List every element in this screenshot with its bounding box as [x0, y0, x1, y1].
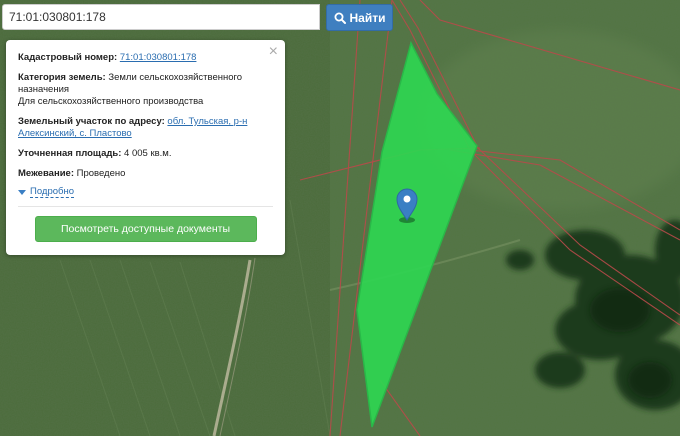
area-label: Уточненная площадь: — [18, 148, 122, 159]
survey-row: Межевание: Проведено — [18, 168, 273, 180]
search-icon — [334, 12, 346, 24]
cadastral-number-row: Кадастровый номер: 71:01:030801:178 — [18, 52, 273, 64]
cadastral-number-label: Кадастровый номер: — [18, 52, 118, 63]
search-button-label: Найти — [349, 10, 386, 25]
land-usage-value: Для сельскохозяйственного производства — [18, 96, 204, 107]
panel-divider — [18, 206, 273, 207]
cadastral-search-input[interactable] — [2, 4, 320, 30]
view-documents-button[interactable]: Посмотреть доступные документы — [34, 216, 257, 242]
details-toggle-label[interactable]: Подробно — [30, 186, 74, 198]
caret-down-icon — [18, 189, 26, 195]
survey-value: Проведено — [76, 168, 126, 179]
land-category-row: Категория земель: Земли сельскохозяйстве… — [18, 72, 273, 108]
close-icon[interactable]: × — [269, 44, 278, 60]
address-row: Земельный участок по адресу: обл. Тульск… — [18, 116, 273, 140]
details-toggle[interactable]: Подробно — [18, 186, 273, 198]
parcel-info-panel: × Кадастровый номер: 71:01:030801:178 Ка… — [6, 40, 285, 255]
area-value: 4 005 кв.м. — [124, 148, 172, 159]
land-category-label: Категория земель: — [18, 72, 106, 83]
address-label: Земельный участок по адресу: — [18, 116, 165, 127]
search-button[interactable]: Найти — [326, 4, 393, 31]
survey-label: Межевание: — [18, 168, 74, 179]
cadastral-number-link[interactable]: 71:01:030801:178 — [120, 52, 197, 63]
area-row: Уточненная площадь: 4 005 кв.м. — [18, 148, 273, 160]
